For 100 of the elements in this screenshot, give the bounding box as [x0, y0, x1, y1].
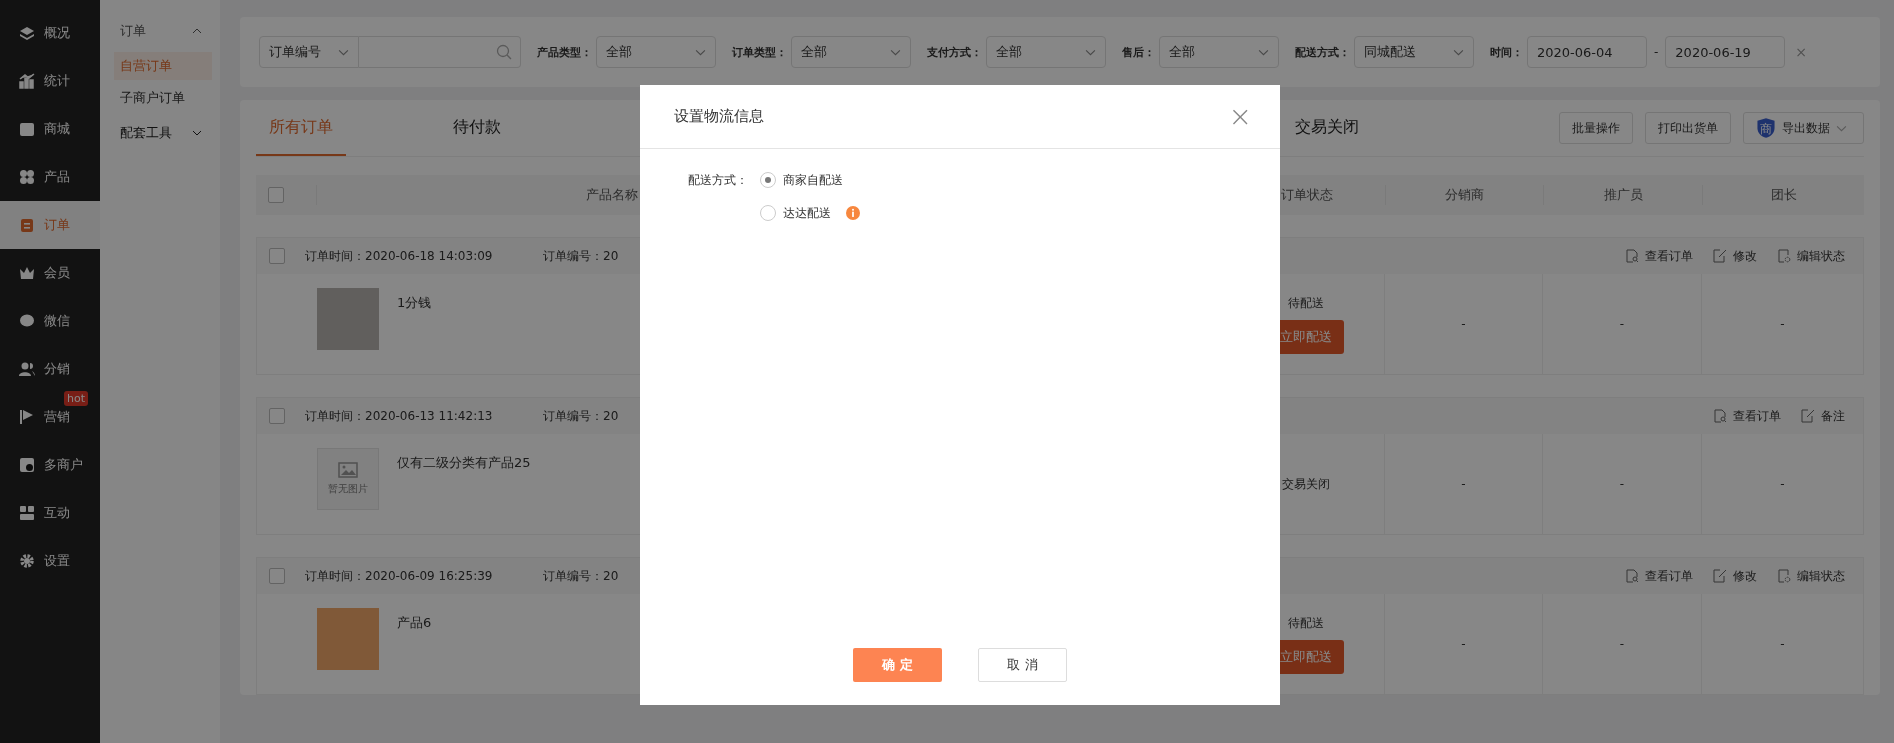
- chevron-down-icon: [338, 48, 349, 56]
- order-action-link[interactable]: 查看订单: [1625, 567, 1693, 585]
- blocks-icon: [19, 505, 35, 521]
- chevron-down-icon: [695, 48, 706, 56]
- order-action-link[interactable]: 查看订单: [1625, 247, 1693, 265]
- filter-select[interactable]: 同城配送: [1354, 36, 1474, 68]
- order-action-link[interactable]: 修改: [1713, 247, 1757, 265]
- submenu-group[interactable]: 配套工具: [100, 116, 220, 150]
- clipboard-icon: [19, 217, 35, 233]
- chart-icon: [19, 73, 35, 89]
- filter-select[interactable]: 全部: [986, 36, 1106, 68]
- filter-label: 配送方式：: [1295, 44, 1350, 60]
- edit-icon: [1801, 409, 1815, 423]
- chevron-down-icon: [890, 48, 901, 56]
- order-tab[interactable]: 待付款: [422, 100, 532, 156]
- toolbar-button[interactable]: 商 导出数据: [1743, 112, 1864, 144]
- chevron-down-icon: [192, 130, 202, 136]
- sidebar-item[interactable]: 产品: [0, 153, 100, 201]
- sidebar-item[interactable]: 多商户: [0, 441, 100, 489]
- toolbar-button[interactable]: 批量操作: [1559, 112, 1633, 144]
- sidebar-item[interactable]: 设置: [0, 537, 100, 585]
- chevron-down-icon: [1258, 48, 1269, 56]
- search-field[interactable]: [359, 36, 521, 68]
- order-checkbox[interactable]: [269, 568, 285, 584]
- search-type-select[interactable]: 订单编号: [259, 36, 359, 68]
- order-action-link[interactable]: 查看订单: [1713, 407, 1781, 425]
- edit-icon: [1713, 249, 1727, 263]
- cancel-button[interactable]: 取 消: [978, 648, 1067, 682]
- crown-icon: [19, 265, 35, 281]
- sidebar-item[interactable]: 会员: [0, 249, 100, 297]
- filter-label: 订单类型：: [732, 44, 787, 60]
- filter-label: 支付方式：: [927, 44, 982, 60]
- order-checkbox[interactable]: [269, 408, 285, 424]
- product-name: 仅有二级分类有产品25: [397, 454, 531, 472]
- photo-placeholder: [317, 608, 379, 670]
- order-action-link[interactable]: 备注: [1801, 407, 1845, 425]
- submenu-group[interactable]: 订单: [100, 14, 220, 48]
- table-cell: -: [1461, 317, 1466, 331]
- sidebar-item[interactable]: 概况: [0, 9, 100, 57]
- search-doc-icon: [1713, 409, 1727, 423]
- order-number: 订单编号：20: [543, 567, 619, 585]
- gear-doc-icon: [1777, 249, 1791, 263]
- date-separator: -: [1653, 45, 1660, 59]
- filter-select[interactable]: 全部: [1159, 36, 1279, 68]
- layers-icon: [19, 25, 35, 41]
- end-date-field[interactable]: 2020-06-19: [1665, 36, 1786, 68]
- column-header: 推广员: [1543, 185, 1702, 205]
- users-icon: [19, 361, 35, 377]
- close-button[interactable]: ×: [1228, 102, 1252, 131]
- search-doc-icon: [1625, 569, 1639, 583]
- product-name: 产品6: [397, 614, 432, 632]
- product-name: 1分钱: [397, 294, 432, 312]
- table-cell: -: [1780, 637, 1785, 651]
- sidebar-item[interactable]: 微信: [0, 297, 100, 345]
- sidebar-item[interactable]: 互动: [0, 489, 100, 537]
- order-status: 待配送: [1287, 614, 1324, 632]
- table-cell: -: [1461, 477, 1466, 491]
- sidebar-item[interactable]: 商城: [0, 105, 100, 153]
- filter-label: 售后：: [1122, 44, 1155, 60]
- order-time: 订单时间：2020-06-13 11:42:13: [305, 407, 494, 425]
- photo-placeholder: [317, 288, 379, 350]
- grid-icon: [19, 169, 35, 185]
- image-icon: [338, 462, 358, 478]
- search-icon: [496, 44, 512, 60]
- order-checkbox[interactable]: [269, 248, 285, 264]
- table-cell: -: [1619, 477, 1625, 491]
- order-tab[interactable]: 所有订单: [256, 100, 346, 156]
- table-cell: -: [1780, 477, 1785, 491]
- hot-badge: hot: [64, 391, 88, 406]
- order-action-link[interactable]: 修改: [1713, 567, 1757, 585]
- filter-label: 产品类型：: [537, 44, 592, 60]
- settings-icon: [19, 553, 35, 569]
- order-action-link[interactable]: 编辑状态: [1777, 567, 1845, 585]
- flag-icon: [19, 409, 35, 425]
- order-number: 订单编号：20: [543, 407, 619, 425]
- sidebar-item[interactable]: hot 营销: [0, 393, 100, 441]
- table-cell: -: [1461, 637, 1466, 651]
- table-cell: -: [1619, 637, 1625, 651]
- select-all-checkbox[interactable]: [268, 187, 284, 203]
- order-number: 订单编号：20: [543, 247, 619, 265]
- toolbar-button[interactable]: 打印出货单: [1645, 112, 1731, 144]
- sidebar-item[interactable]: 统计: [0, 57, 100, 105]
- column-header: 团长: [1702, 185, 1864, 205]
- submenu-item[interactable]: 子商户订单: [114, 84, 212, 112]
- order-status: 交易关闭: [1281, 475, 1330, 493]
- filter-select[interactable]: 全部: [596, 36, 716, 68]
- order-status: 待配送: [1287, 294, 1324, 312]
- order-action-link[interactable]: 编辑状态: [1777, 247, 1845, 265]
- edit-icon: [1713, 569, 1727, 583]
- filter-select[interactable]: 全部: [791, 36, 911, 68]
- filter-label: 时间：: [1490, 44, 1523, 60]
- search-doc-icon: [1625, 249, 1639, 263]
- column-header: 分销商: [1385, 185, 1543, 205]
- start-date-field[interactable]: 2020-06-04: [1527, 36, 1647, 68]
- table-cell: -: [1619, 317, 1625, 331]
- radio-label[interactable]: 达达配送: [783, 202, 831, 224]
- gear-doc-icon: [1777, 569, 1791, 583]
- chevron-up-icon: [192, 28, 202, 34]
- chevron-down-icon: [1453, 48, 1464, 56]
- dialog-title: 设置物流信息: [674, 107, 764, 126]
